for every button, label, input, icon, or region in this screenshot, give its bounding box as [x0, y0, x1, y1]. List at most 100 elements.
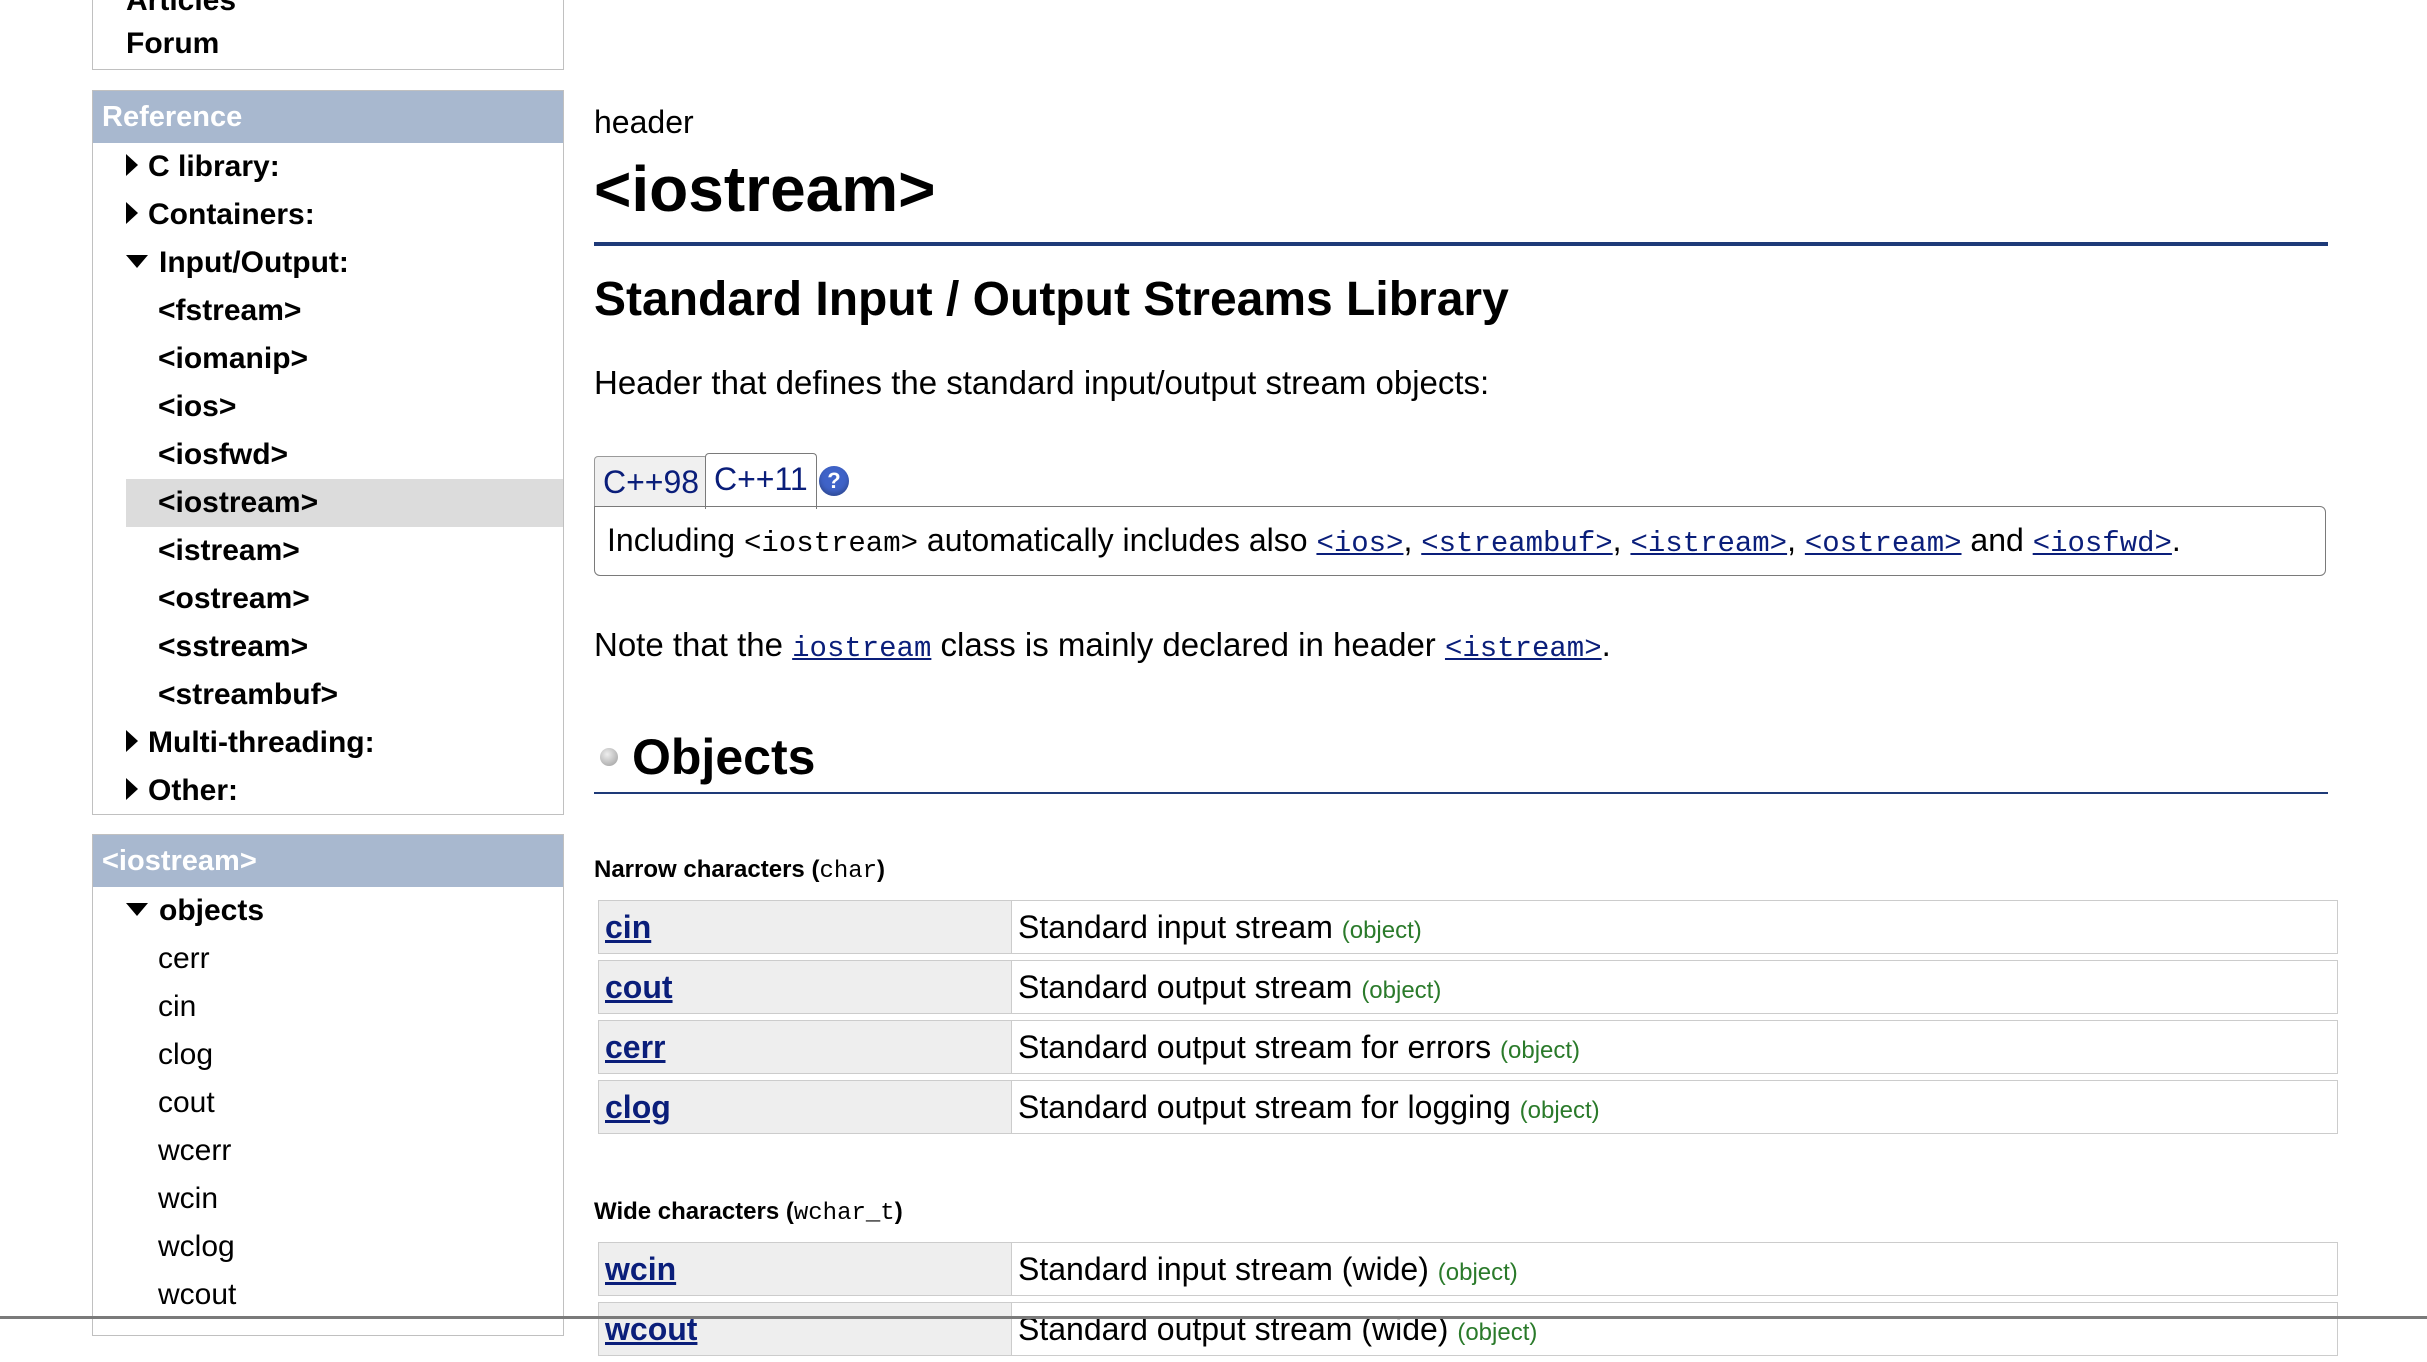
reference-box: Reference C library: Containers: Input/O… — [92, 90, 564, 815]
narrow-objects-table: cin Standard input stream (object) cout … — [598, 894, 2338, 1140]
nav-item-other[interactable]: Other: — [126, 767, 238, 814]
link-streambuf[interactable]: <streambuf> — [1421, 527, 1612, 560]
object-desc-cell: Standard input stream (object) — [1011, 900, 2338, 954]
class-note: Note that the iostream class is mainly d… — [594, 626, 1611, 665]
version-note-box: Including <iostream> automatically inclu… — [594, 506, 2326, 576]
nav-item-clog[interactable]: clog — [158, 1031, 213, 1079]
object-kind-tag: (object) — [1437, 1258, 1518, 1286]
iostream-box: <iostream> objects cerr cin clog cout wc… — [92, 834, 564, 1336]
object-link-cin[interactable]: cin — [605, 909, 651, 945]
version-note-end: . — [2171, 522, 2181, 558]
table-row: cerr Standard output stream for errors (… — [598, 1020, 2338, 1074]
tab-cpp11[interactable]: C++11 — [705, 453, 817, 509]
collapse-arrow-icon — [126, 902, 148, 916]
section-bullet-icon — [600, 747, 618, 766]
nav-item-cout[interactable]: cout — [158, 1079, 215, 1127]
subhead-label: Narrow characters ( — [594, 856, 820, 883]
tab-label: C++11 — [714, 461, 808, 497]
object-link-wcin[interactable]: wcin — [605, 1251, 676, 1287]
nav-item-iomanip[interactable]: <iomanip> — [126, 335, 563, 383]
wide-chars-heading: Wide characters (wchar_t) — [594, 1198, 903, 1227]
reference-heading[interactable]: Reference — [93, 91, 563, 143]
expand-arrow-icon — [126, 154, 138, 177]
subhead-type: char — [819, 858, 878, 885]
table-row: wcin Standard input stream (wide) (objec… — [598, 1242, 2338, 1296]
nav-item-ostream[interactable]: <ostream> — [126, 575, 563, 623]
nav-item-articles[interactable]: Articles — [126, 0, 236, 21]
nav-item-streambuf[interactable]: <streambuf> — [126, 671, 563, 719]
object-link-cerr[interactable]: cerr — [605, 1029, 666, 1065]
note-middle: class is mainly declared in header — [931, 626, 1445, 663]
nav-item-multithreading[interactable]: Multi-threading: — [126, 719, 375, 767]
nav-item-label: Articles — [126, 0, 237, 17]
link-iosfwd[interactable]: <iosfwd> — [2033, 527, 2172, 560]
section-divider — [594, 792, 2328, 794]
subhead-close: ) — [877, 856, 886, 883]
tab-cpp98[interactable]: C++98 — [594, 456, 709, 507]
object-kind-tag: (object) — [1341, 916, 1422, 944]
narrow-chars-heading: Narrow characters (char) — [594, 856, 885, 885]
nav-item-label: <istream> — [158, 534, 300, 567]
link-iostream-class[interactable]: iostream — [792, 632, 931, 665]
nav-item-label: <iostream> — [158, 486, 319, 519]
nav-item-sstream[interactable]: <sstream> — [126, 623, 563, 671]
expand-arrow-icon — [126, 202, 138, 225]
objects-section-heading[interactable]: Objects — [594, 728, 815, 786]
subhead-close: ) — [894, 1198, 903, 1225]
object-kind-tag: (object) — [1361, 976, 1442, 1004]
nav-item-wclog[interactable]: wclog — [158, 1223, 235, 1271]
collapse-arrow-icon — [126, 254, 148, 268]
subhead-label: Wide characters ( — [594, 1198, 794, 1225]
help-icon[interactable]: ? — [819, 466, 849, 496]
page-description: Header that defines the standard input/o… — [594, 364, 1490, 401]
nav-item-ios[interactable]: <ios> — [126, 383, 563, 431]
link-istream-header[interactable]: <istream> — [1445, 632, 1602, 665]
object-desc-cell: Standard output stream for errors (objec… — [1011, 1020, 2338, 1074]
link-ostream[interactable]: <ostream> — [1805, 527, 1962, 560]
nav-item-label: <ios> — [158, 390, 237, 423]
object-kind-tag: (object) — [1457, 1318, 1538, 1346]
nav-item-wcin[interactable]: wcin — [158, 1175, 218, 1223]
iostream-heading[interactable]: <iostream> — [93, 835, 563, 887]
nav-item-fstream[interactable]: <fstream> — [126, 287, 563, 335]
expand-arrow-icon — [126, 778, 138, 801]
nav-item-istream[interactable]: <istream> — [126, 527, 563, 575]
nav-item-containers[interactable]: Containers: — [126, 191, 315, 239]
object-desc-cell: Standard output stream (wide) (object) — [1011, 1302, 2338, 1356]
object-desc-cell: Standard input stream (wide) (object) — [1011, 1242, 2338, 1296]
object-link-clog[interactable]: clog — [605, 1089, 671, 1125]
nav-item-objects[interactable]: objects — [126, 887, 264, 935]
table-row: clog Standard output stream for logging … — [598, 1080, 2338, 1134]
object-name-cell: wcin — [598, 1242, 1011, 1296]
nav-item-cerr[interactable]: cerr — [158, 935, 210, 983]
nav-item-label: Input/Output: — [159, 246, 349, 279]
nav-item-wcerr[interactable]: wcerr — [158, 1127, 231, 1175]
object-name-cell: clog — [598, 1080, 1011, 1134]
object-kind-tag: (object) — [1500, 1036, 1581, 1064]
link-istream[interactable]: <istream> — [1630, 527, 1787, 560]
nav-item-label: <ostream> — [158, 582, 310, 615]
object-desc-cell: Standard output stream (object) — [1011, 960, 2338, 1014]
nav-item-label: Multi-threading: — [148, 726, 375, 759]
object-name-cell: cout — [598, 960, 1011, 1014]
nav-item-label: C library: — [148, 150, 280, 183]
page-kind: header — [594, 104, 694, 140]
section-heading-label: Objects — [632, 729, 816, 785]
expand-arrow-icon — [126, 730, 138, 753]
object-link-cout[interactable]: cout — [605, 969, 673, 1005]
table-row: cout Standard output stream (object) — [598, 960, 2338, 1014]
nav-item-forum[interactable]: Forum — [126, 21, 219, 67]
subhead-type: wchar_t — [793, 1200, 895, 1227]
nav-item-iostream-selected[interactable]: <iostream> — [126, 479, 563, 527]
nav-item-input-output[interactable]: Input/Output: — [126, 239, 349, 287]
nav-item-wcout[interactable]: wcout — [158, 1271, 236, 1319]
note-end: . — [1601, 626, 1611, 663]
object-desc: Standard input stream (wide) — [1018, 1250, 1429, 1287]
nav-item-label: Other: — [148, 774, 238, 807]
nav-item-cin[interactable]: cin — [158, 983, 196, 1031]
link-ios[interactable]: <ios> — [1316, 527, 1403, 560]
page-title: <iostream> — [594, 153, 936, 225]
nav-item-iosfwd[interactable]: <iosfwd> — [126, 431, 563, 479]
object-name-cell: cin — [598, 900, 1011, 954]
nav-item-c-library[interactable]: C library: — [126, 143, 280, 191]
